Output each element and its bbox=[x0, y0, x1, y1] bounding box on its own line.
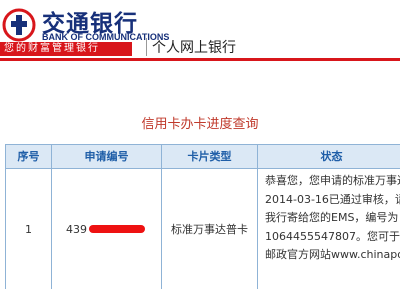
slogan-bar: 您的财富管理银行 bbox=[0, 42, 132, 56]
redaction-mark bbox=[89, 225, 145, 233]
cell-card-type: 标准万事达普卡 bbox=[162, 169, 258, 289]
col-header-app-no: 申请编号 bbox=[52, 145, 162, 169]
progress-table: 序号 申请编号 卡片类型 状态 1 439 标准万事达普卡 恭喜您，您申请的标准… bbox=[5, 144, 400, 289]
table-row: 1 439 标准万事达普卡 恭喜您，您申请的标准万事达普 2014-03-16已… bbox=[6, 169, 400, 289]
app-no-prefix: 439 bbox=[66, 222, 87, 236]
page-title: 信用卡办卡进度查询 bbox=[141, 117, 259, 132]
header-rule bbox=[0, 58, 400, 61]
cell-app-no: 439 bbox=[52, 169, 162, 289]
bank-name-en: BANK OF COMMUNICATIONS bbox=[42, 32, 170, 42]
col-header-status: 状态 bbox=[258, 145, 400, 169]
site-header: 交通银行 BANK OF COMMUNICATIONS 您的财富管理银行 个人网… bbox=[0, 0, 400, 66]
col-header-index: 序号 bbox=[6, 145, 52, 169]
cell-index: 1 bbox=[6, 169, 52, 289]
status-line: 恭喜您，您申请的标准万事达普 bbox=[265, 174, 400, 187]
status-line: 邮政官方网站www.chinapost. bbox=[265, 248, 400, 261]
slogan-text: 您的财富管理银行 bbox=[4, 43, 100, 54]
col-header-card-type: 卡片类型 bbox=[162, 145, 258, 169]
cell-status: 恭喜您，您申请的标准万事达普 2014-03-16已通过审核，请留意 我行寄给您… bbox=[258, 169, 400, 289]
status-line: 1064455547807。您可于明日起 bbox=[265, 229, 400, 243]
table-header-row: 序号 申请编号 卡片类型 状态 bbox=[6, 145, 400, 169]
status-line: 我行寄给您的EMS，编号为 bbox=[265, 211, 399, 224]
bank-logo-icon bbox=[2, 8, 36, 42]
product-title: 个人网上银行 bbox=[152, 40, 236, 56]
status-line: 2014-03-16已通过审核，请留意 bbox=[265, 192, 400, 206]
header-divider bbox=[146, 38, 147, 56]
